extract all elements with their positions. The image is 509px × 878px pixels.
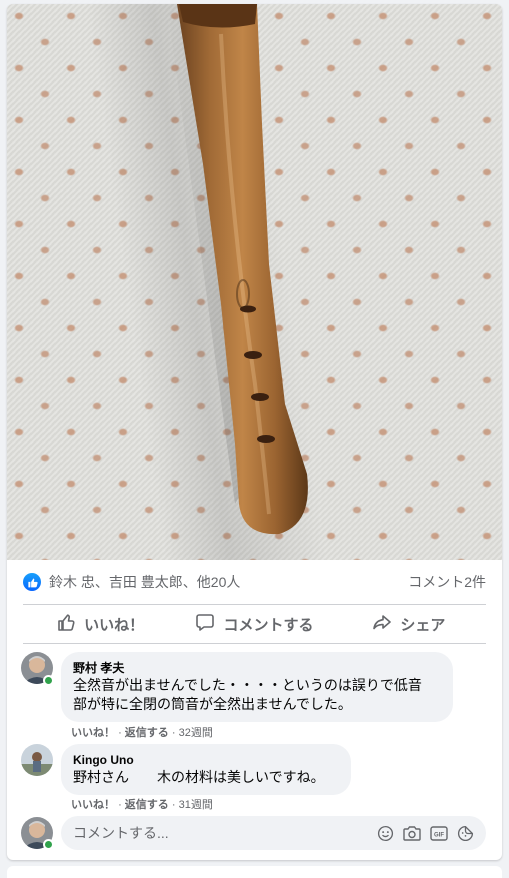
- like-button[interactable]: いいね！: [23, 606, 177, 642]
- comment-reply-link[interactable]: 返信する: [125, 727, 169, 739]
- share-button[interactable]: シェア: [332, 606, 486, 642]
- camera-icon[interactable]: [403, 825, 421, 842]
- comment-meta: いいね！ · 返信する · 32週間: [71, 727, 213, 739]
- share-label: シェア: [400, 616, 446, 634]
- comment-bubble-icon: [195, 612, 223, 636]
- online-status-icon: [43, 839, 54, 850]
- online-status-icon: [43, 675, 54, 686]
- avatar[interactable]: [21, 744, 53, 776]
- comment-item: 野村 孝夫 全然音が出ませんでした・・・・というのは誤りで低音 部が特に全閉の筒…: [21, 652, 453, 722]
- divider: [23, 643, 486, 644]
- svg-text:GIF: GIF: [434, 832, 444, 838]
- post-card: 鈴木 忠、吉田 豊太郎、他20人 コメント2件 いいね！ コメントする シェア: [7, 4, 502, 860]
- sticker-icon[interactable]: [457, 825, 474, 842]
- comment-text: 野村さん 木の材料は美しいですね。: [73, 769, 325, 785]
- action-bar: いいね！ コメントする シェア: [23, 605, 486, 643]
- reactions-summary: 鈴木 忠、吉田 豊太郎、他20人 コメント2件: [7, 560, 502, 604]
- comment-reply-link[interactable]: 返信する: [125, 799, 169, 811]
- comment-like-link[interactable]: いいね！: [71, 727, 115, 739]
- share-arrow-icon: [372, 612, 400, 636]
- comment-input-placeholder: コメントする...: [73, 825, 169, 841]
- comment-bubble: 野村 孝夫 全然音が出ませんでした・・・・というのは誤りで低音 部が特に全閉の筒…: [61, 652, 453, 722]
- comment-text-line: 全然音が出ませんでした・・・・というのは誤りで低音: [73, 677, 422, 693]
- next-post-edge: [7, 866, 502, 878]
- comment-author[interactable]: Kingo Uno: [73, 752, 339, 768]
- comment-like-link[interactable]: いいね！: [71, 799, 115, 811]
- like-label: いいね！: [84, 616, 145, 634]
- post-photo[interactable]: [7, 4, 502, 560]
- comment-time[interactable]: 32週間: [179, 727, 213, 739]
- thumbs-up-icon: [56, 612, 84, 636]
- comment-input[interactable]: コメントする... GIF: [61, 816, 486, 850]
- like-badge-icon[interactable]: [23, 573, 41, 591]
- comment-button[interactable]: コメントする: [177, 606, 331, 642]
- gif-icon[interactable]: GIF: [430, 825, 448, 842]
- comment-time[interactable]: 31週間: [179, 799, 213, 811]
- comment-label: コメントする: [223, 616, 314, 634]
- comment-bubble: Kingo Uno 野村さん 木の材料は美しいですね。: [61, 744, 351, 795]
- emoji-icon[interactable]: [377, 825, 394, 842]
- comment-composer: コメントする... GIF: [21, 816, 486, 850]
- comment-item: Kingo Uno 野村さん 木の材料は美しいですね。: [21, 744, 351, 795]
- flute-image: [167, 4, 308, 535]
- comment-meta: いいね！ · 返信する · 31週間: [71, 799, 213, 811]
- reaction-names[interactable]: 鈴木 忠、吉田 豊太郎、他20人: [49, 572, 408, 592]
- comments-count[interactable]: コメント2件: [408, 572, 486, 592]
- composer-icons: GIF: [368, 825, 474, 842]
- comment-author[interactable]: 野村 孝夫: [73, 660, 441, 676]
- comment-text-line: 部が特に全閉の筒音が全然出ませんでした。: [73, 696, 352, 712]
